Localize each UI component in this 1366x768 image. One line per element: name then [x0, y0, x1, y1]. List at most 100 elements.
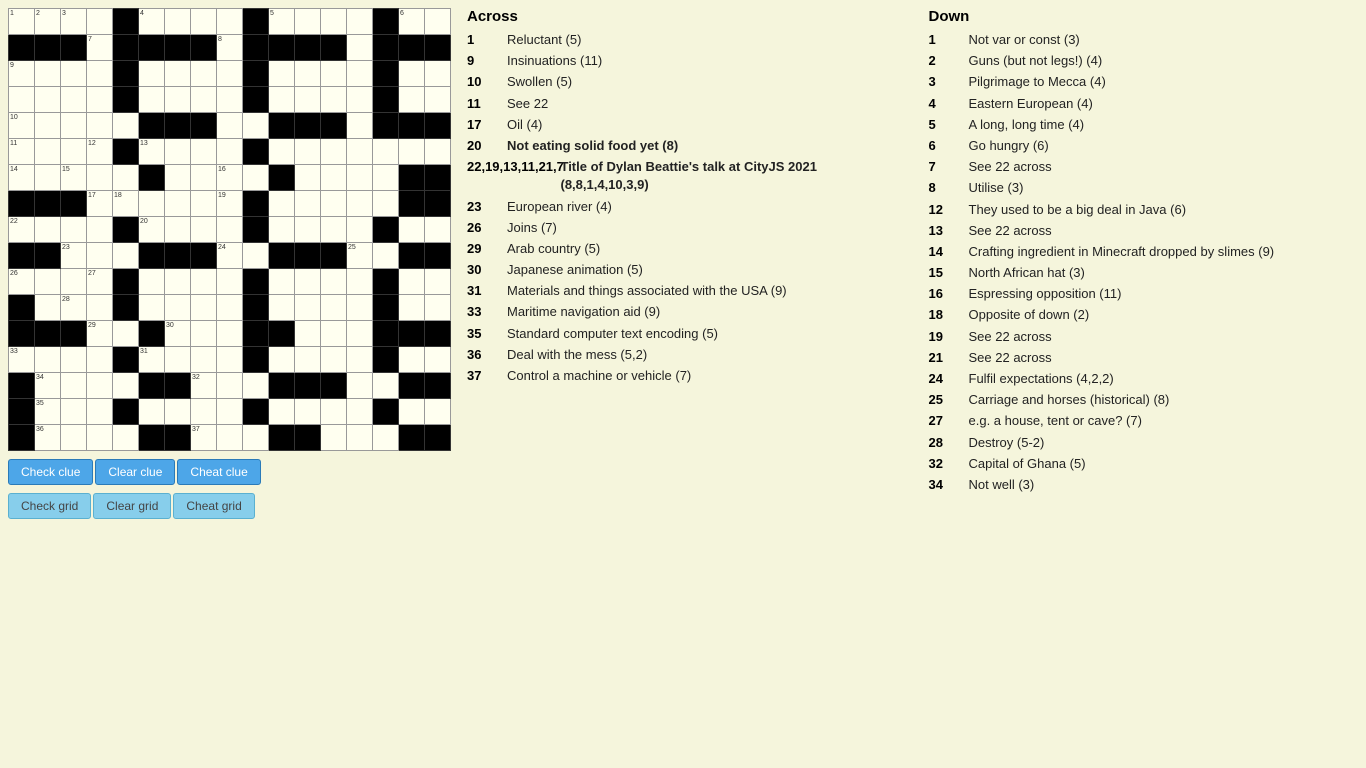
cell-7-4[interactable]: 18 [113, 191, 139, 217]
cell-16-8[interactable] [217, 425, 243, 451]
cell-12-3[interactable]: 29 [87, 321, 113, 347]
cell-6-0[interactable]: 14 [9, 165, 35, 191]
cell-11-1[interactable] [35, 295, 61, 321]
cell-6-7[interactable] [191, 165, 217, 191]
cell-4-9[interactable] [243, 113, 269, 139]
clue-item[interactable]: 4Eastern European (4) [929, 95, 1359, 113]
cell-2-11[interactable] [295, 61, 321, 87]
cell-11-5[interactable] [139, 295, 165, 321]
cell-10-7[interactable] [191, 269, 217, 295]
cell-14-14[interactable] [373, 373, 399, 399]
cell-5-6[interactable] [165, 139, 191, 165]
cell-6-4[interactable] [113, 165, 139, 191]
cell-1-13[interactable] [347, 35, 373, 61]
cell-0-11[interactable] [295, 9, 321, 35]
cell-16-4[interactable] [113, 425, 139, 451]
clue-item[interactable]: 11See 22 [467, 95, 897, 113]
cell-3-0[interactable] [9, 87, 35, 113]
cell-6-12[interactable] [321, 165, 347, 191]
cell-7-6[interactable] [165, 191, 191, 217]
cell-5-14[interactable] [373, 139, 399, 165]
cell-11-10[interactable] [269, 295, 295, 321]
cell-0-0[interactable]: 1 [9, 9, 35, 35]
cell-0-2[interactable]: 3 [61, 9, 87, 35]
cell-13-15[interactable] [399, 347, 425, 373]
cell-2-0[interactable]: 9 [9, 61, 35, 87]
cell-11-3[interactable] [87, 295, 113, 321]
cell-8-16[interactable] [425, 217, 451, 243]
clue-item[interactable]: 17Oil (4) [467, 116, 897, 134]
cell-10-8[interactable] [217, 269, 243, 295]
clue-item[interactable]: 33Maritime navigation aid (9) [467, 303, 897, 321]
cell-13-13[interactable] [347, 347, 373, 373]
cell-5-2[interactable] [61, 139, 87, 165]
cell-14-7[interactable]: 32 [191, 373, 217, 399]
cell-0-5[interactable]: 4 [139, 9, 165, 35]
cell-10-13[interactable] [347, 269, 373, 295]
cell-7-10[interactable] [269, 191, 295, 217]
cell-8-13[interactable] [347, 217, 373, 243]
cell-6-8[interactable]: 16 [217, 165, 243, 191]
cell-15-2[interactable] [61, 399, 87, 425]
cell-2-7[interactable] [191, 61, 217, 87]
cheat-grid-button[interactable]: Cheat grid [173, 493, 254, 519]
clue-item[interactable]: 22,19,13,11,21,7Title of Dylan Beattie's… [467, 158, 897, 194]
cell-14-8[interactable] [217, 373, 243, 399]
clue-item[interactable]: 35Standard computer text encoding (5) [467, 325, 897, 343]
cell-5-10[interactable] [269, 139, 295, 165]
cell-12-13[interactable] [347, 321, 373, 347]
cell-3-2[interactable] [61, 87, 87, 113]
cell-5-3[interactable]: 12 [87, 139, 113, 165]
cell-12-8[interactable] [217, 321, 243, 347]
cell-0-16[interactable] [425, 9, 451, 35]
cell-10-1[interactable] [35, 269, 61, 295]
clue-item[interactable]: 16Espressing opposition (11) [929, 285, 1359, 303]
cell-10-5[interactable] [139, 269, 165, 295]
clue-item[interactable]: 6Go hungry (6) [929, 137, 1359, 155]
cell-15-13[interactable] [347, 399, 373, 425]
cell-5-13[interactable] [347, 139, 373, 165]
cell-5-7[interactable] [191, 139, 217, 165]
clue-item[interactable]: 3Pilgrimage to Mecca (4) [929, 73, 1359, 91]
clue-item[interactable]: 18Opposite of down (2) [929, 306, 1359, 324]
cell-11-6[interactable] [165, 295, 191, 321]
cell-14-1[interactable]: 34 [35, 373, 61, 399]
clue-item[interactable]: 1Reluctant (5) [467, 31, 897, 49]
cell-16-7[interactable]: 37 [191, 425, 217, 451]
clue-item[interactable]: 23European river (4) [467, 198, 897, 216]
cell-11-15[interactable] [399, 295, 425, 321]
cell-15-3[interactable] [87, 399, 113, 425]
cell-4-2[interactable] [61, 113, 87, 139]
cell-13-16[interactable] [425, 347, 451, 373]
cell-9-2[interactable]: 23 [61, 243, 87, 269]
cell-16-1[interactable]: 36 [35, 425, 61, 451]
check-clue-button[interactable]: Check clue [8, 459, 93, 485]
clue-item[interactable]: 12They used to be a big deal in Java (6) [929, 201, 1359, 219]
cell-11-16[interactable] [425, 295, 451, 321]
cell-4-0[interactable]: 10 [9, 113, 35, 139]
cell-2-1[interactable] [35, 61, 61, 87]
clear-clue-button[interactable]: Clear clue [95, 459, 175, 485]
cell-5-8[interactable] [217, 139, 243, 165]
cell-3-10[interactable] [269, 87, 295, 113]
cell-16-3[interactable] [87, 425, 113, 451]
cell-3-15[interactable] [399, 87, 425, 113]
cell-9-8[interactable]: 24 [217, 243, 243, 269]
cell-8-2[interactable] [61, 217, 87, 243]
cell-0-10[interactable]: 5 [269, 9, 295, 35]
clue-item[interactable]: 15North African hat (3) [929, 264, 1359, 282]
cell-13-6[interactable] [165, 347, 191, 373]
cell-8-7[interactable] [191, 217, 217, 243]
cell-10-12[interactable] [321, 269, 347, 295]
cell-14-13[interactable] [347, 373, 373, 399]
cell-13-8[interactable] [217, 347, 243, 373]
cell-12-11[interactable] [295, 321, 321, 347]
cell-11-11[interactable] [295, 295, 321, 321]
cell-5-0[interactable]: 11 [9, 139, 35, 165]
cell-1-3[interactable]: 7 [87, 35, 113, 61]
cell-0-7[interactable] [191, 9, 217, 35]
cell-4-4[interactable] [113, 113, 139, 139]
cell-15-12[interactable] [321, 399, 347, 425]
cell-11-12[interactable] [321, 295, 347, 321]
clue-item[interactable]: 8Utilise (3) [929, 179, 1359, 197]
